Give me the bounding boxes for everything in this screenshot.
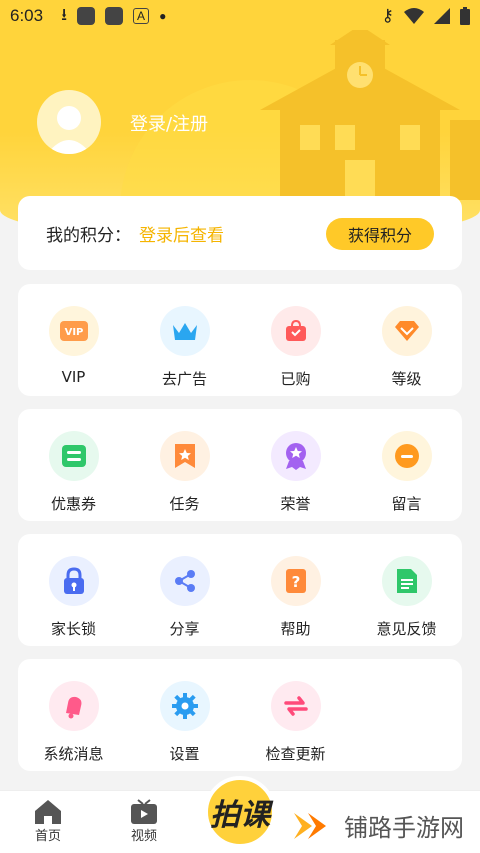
help-icon: ? xyxy=(270,556,321,606)
message-icon xyxy=(381,431,432,481)
school-building-illustration xyxy=(260,30,480,200)
menu-item-label: 留言 xyxy=(391,495,422,513)
points-label: 我的积分： xyxy=(46,225,131,246)
dot-icon: ● xyxy=(159,9,167,23)
points-card: 我的积分： 登录后查看 获得积分 xyxy=(18,196,462,270)
svg-text:VIP: VIP xyxy=(64,327,83,338)
watermark-text: 铺路手游网 xyxy=(344,814,464,842)
menu-item-share[interactable]: 分享 xyxy=(129,534,240,646)
nav-video[interactable]: 视频 xyxy=(114,799,174,844)
nav-home[interactable]: 首页 xyxy=(18,799,78,844)
points-value[interactable]: 登录后查看 xyxy=(139,221,224,246)
menu-item-label: 等级 xyxy=(391,370,422,388)
menu-item-label: 帮助 xyxy=(280,620,311,638)
menu-item-remove-ads[interactable]: 去广告 xyxy=(129,284,240,396)
menu-item-coupon[interactable]: 优惠券 xyxy=(18,409,129,521)
menu-item-settings[interactable]: 设置 xyxy=(129,659,240,771)
keyboard-icon: A xyxy=(133,8,150,24)
menu-item-vip[interactable]: VIP VIP xyxy=(18,284,129,396)
nav-home-label: 首页 xyxy=(34,829,61,844)
menu-item-label: 任务 xyxy=(169,495,200,513)
user-icon xyxy=(47,106,91,154)
menu-item-label: 去广告 xyxy=(161,370,207,388)
menu-item-label: 家长锁 xyxy=(50,620,96,638)
vip-icon: VIP xyxy=(48,306,99,356)
bag-icon xyxy=(270,306,321,356)
login-register-link[interactable]: 登录/注册 xyxy=(130,110,208,136)
center-shoot-button[interactable]: 拍课 xyxy=(204,776,276,848)
download-icon: ⭳ xyxy=(61,4,68,24)
bookmark-icon xyxy=(159,431,210,481)
menu-section-1: VIP VIP 去广告 已购 等级 xyxy=(18,284,462,396)
menu-item-label: 优惠券 xyxy=(50,495,96,513)
bell-icon xyxy=(48,681,99,731)
menu-item-feedback[interactable]: 意见反馈 xyxy=(351,534,462,646)
tv-icon xyxy=(131,799,157,824)
feedback-icon xyxy=(381,556,432,606)
center-logo-text: 拍课 xyxy=(210,798,270,833)
menu-section-3: 家长锁 分享 ? 帮助 意见反馈 xyxy=(18,534,462,646)
medal-icon xyxy=(270,431,321,481)
menu-item-label: 分享 xyxy=(169,620,200,638)
menu-item-check-update[interactable]: 检查更新 xyxy=(240,659,351,771)
menu-item-system-message[interactable]: 系统消息 xyxy=(18,659,129,771)
battery-icon xyxy=(460,7,470,25)
lock-icon xyxy=(48,556,99,606)
refresh-icon xyxy=(270,681,321,731)
menu-item-label: 检查更新 xyxy=(265,745,326,763)
app-notification-icon xyxy=(77,7,96,25)
status-time: 6:03 xyxy=(10,6,44,25)
menu-item-help[interactable]: ? 帮助 xyxy=(240,534,351,646)
menu-item-label: VIP xyxy=(61,368,86,386)
menu-item-label: 荣誉 xyxy=(280,495,311,513)
share-icon xyxy=(159,556,210,606)
app-notification-icon xyxy=(105,7,124,25)
watermark-logo-icon xyxy=(294,812,326,839)
menu-section-2: 优惠券 任务 荣誉 留言 xyxy=(18,409,462,521)
watermark: 铺路手游网 xyxy=(292,808,464,843)
get-points-button[interactable]: 获得积分 xyxy=(326,218,434,250)
menu-item-parent-lock[interactable]: 家长锁 xyxy=(18,534,129,646)
menu-item-level[interactable]: 等级 xyxy=(351,284,462,396)
crown-icon xyxy=(159,306,210,356)
gear-icon xyxy=(159,681,210,731)
status-bar: 6:03 ⭳ A ● ⚷ xyxy=(0,0,480,32)
menu-item-honor[interactable]: 荣誉 xyxy=(240,409,351,521)
menu-item-label: 设置 xyxy=(169,745,200,763)
avatar[interactable] xyxy=(37,90,101,154)
home-icon xyxy=(35,800,61,824)
signal-icon xyxy=(434,8,450,24)
menu-item-label: 意见反馈 xyxy=(376,620,437,638)
svg-text:?: ? xyxy=(291,573,300,591)
nav-video-label: 视频 xyxy=(130,829,157,844)
menu-item-purchased[interactable]: 已购 xyxy=(240,284,351,396)
key-icon: ⚷ xyxy=(381,6,394,25)
menu-item-label: 系统消息 xyxy=(43,745,104,763)
wifi-icon xyxy=(404,8,424,24)
coupon-icon xyxy=(48,431,99,481)
menu-section-4: 系统消息 设置 检查更新 xyxy=(18,659,462,771)
diamond-icon xyxy=(381,306,432,356)
menu-item-label: 已购 xyxy=(280,370,311,388)
menu-item-task[interactable]: 任务 xyxy=(129,409,240,521)
menu-item-message[interactable]: 留言 xyxy=(351,409,462,521)
